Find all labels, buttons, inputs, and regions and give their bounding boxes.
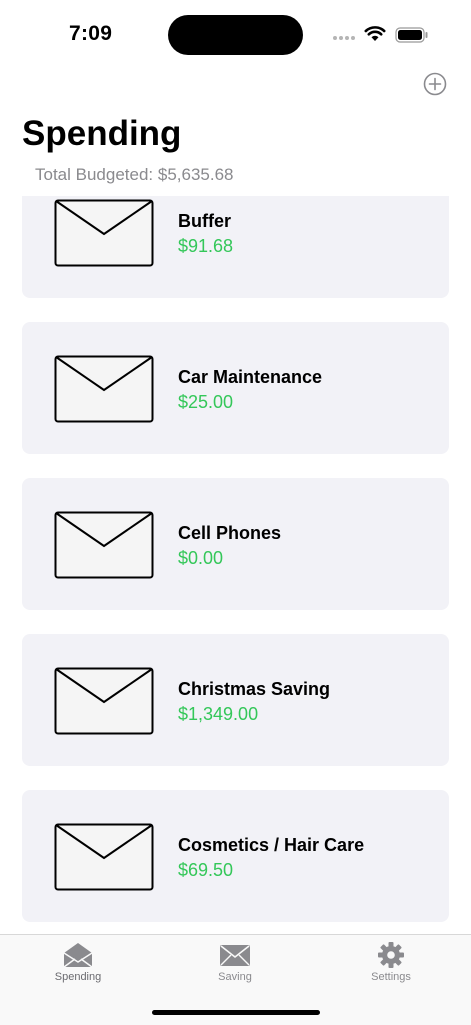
tab-spending[interactable]: Spending	[18, 941, 138, 983]
page-title: Spending	[22, 114, 182, 153]
dynamic-island	[168, 15, 303, 55]
envelope-card-cell-phones[interactable]: Cell Phones $0.00	[22, 478, 449, 610]
add-envelope-button[interactable]	[423, 72, 447, 96]
gear-icon	[378, 942, 404, 968]
envelope-name: Buffer	[178, 211, 231, 231]
envelope-name: Cosmetics / Hair Care	[178, 835, 365, 855]
envelope-name: Car Maintenance	[178, 367, 323, 387]
envelope-name: Cell Phones	[178, 523, 282, 543]
envelope-icon	[54, 355, 154, 423]
envelope-amount: $91.68	[178, 236, 234, 256]
tab-label: Saving	[218, 971, 252, 983]
envelope-card-cosmetics-hair-care[interactable]: Cosmetics / Hair Care $69.50	[22, 790, 449, 922]
envelope-icon	[220, 945, 250, 966]
envelope-icon	[54, 667, 154, 735]
envelope-list[interactable]: Buffer $91.68 Car Maintenance $25.00 Cel…	[0, 196, 471, 934]
envelope-icon	[54, 199, 154, 267]
total-budgeted: Total Budgeted: $5,635.68	[35, 165, 234, 184]
open-envelope-icon	[63, 943, 93, 968]
tab-label: Settings	[371, 971, 411, 983]
envelope-card-buffer[interactable]: Buffer $91.68	[22, 196, 449, 298]
tab-settings[interactable]: Settings	[331, 941, 451, 983]
envelope-icon	[54, 823, 154, 891]
envelope-card-car-maintenance[interactable]: Car Maintenance $25.00	[22, 322, 449, 454]
status-bar: 7:09	[0, 0, 471, 70]
status-time: 7:09	[69, 22, 113, 45]
tab-label: Spending	[54, 971, 102, 983]
cellular-signal-icon	[333, 36, 357, 42]
battery-icon	[395, 27, 428, 43]
home-indicator[interactable]	[152, 1010, 320, 1015]
envelope-name: Christmas Saving	[178, 679, 331, 699]
envelope-icon	[54, 511, 154, 579]
envelope-amount: $1,349.00	[178, 704, 259, 724]
wifi-icon	[364, 26, 386, 41]
envelope-amount: $69.50	[178, 860, 234, 880]
tab-saving[interactable]: Saving	[175, 941, 295, 983]
envelope-amount: $0.00	[178, 548, 224, 568]
envelope-amount: $25.00	[178, 392, 234, 412]
envelope-card-christmas-saving[interactable]: Christmas Saving $1,349.00	[22, 634, 449, 766]
